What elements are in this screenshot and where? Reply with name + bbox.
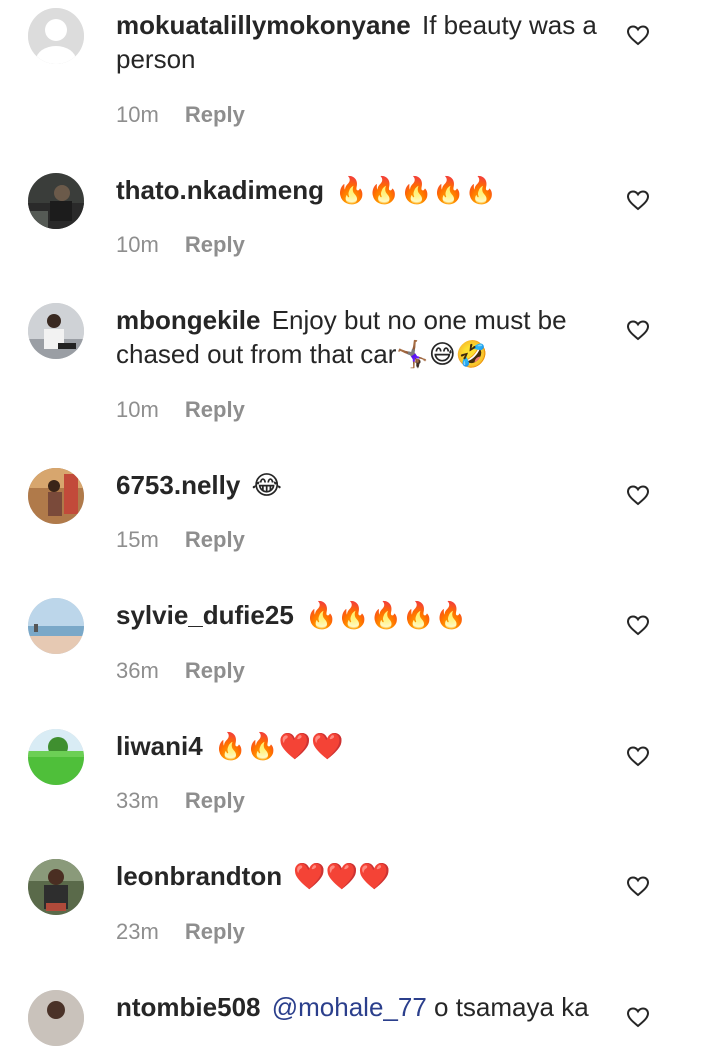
- avatar[interactable]: [28, 303, 84, 359]
- comment-meta: 10m Reply: [116, 397, 245, 423]
- default-avatar-icon: [28, 8, 84, 64]
- like-heart-icon[interactable]: [626, 484, 650, 506]
- comment-body: 😂: [251, 470, 282, 500]
- photo-avatar-icon: [28, 729, 84, 785]
- comment-text: mokuatalillymokonyane If beauty was a pe…: [116, 8, 606, 76]
- photo-avatar-icon: [28, 990, 84, 1046]
- comment-text: ntombie508 @mohale_77 o tsamaya ka: [116, 990, 606, 1024]
- comment-text: thato.nkadimeng 🔥🔥🔥🔥🔥: [116, 173, 606, 207]
- reply-button[interactable]: Reply: [185, 788, 245, 813]
- reply-button[interactable]: Reply: [185, 658, 245, 683]
- comment-time: 23m: [116, 919, 159, 944]
- avatar[interactable]: [28, 990, 84, 1046]
- reply-button[interactable]: Reply: [185, 397, 245, 422]
- comment-time: 15m: [116, 527, 159, 552]
- comment-text: 6753.nelly 😂: [116, 468, 606, 502]
- reply-button[interactable]: Reply: [185, 919, 245, 944]
- comment-username[interactable]: mbongekile: [116, 305, 260, 335]
- avatar[interactable]: [28, 859, 84, 915]
- comment-body: 🔥🔥🔥🔥🔥: [335, 175, 498, 205]
- photo-avatar-icon: [28, 468, 84, 524]
- comment-username[interactable]: 6753.nelly: [116, 470, 240, 500]
- photo-avatar-icon: [28, 859, 84, 915]
- like-heart-icon[interactable]: [626, 875, 650, 897]
- comment-time: 10m: [116, 397, 159, 422]
- comment-username[interactable]: ntombie508: [116, 992, 261, 1022]
- comment-username[interactable]: thato.nkadimeng: [116, 175, 324, 205]
- comment-time: 33m: [116, 788, 159, 813]
- comment-body: 🔥🔥❤️❤️: [213, 731, 344, 761]
- comment-text: mbongekile Enjoy but no one must be chas…: [116, 303, 606, 371]
- comment-username[interactable]: sylvie_dufie25: [116, 600, 294, 630]
- avatar[interactable]: [28, 468, 84, 524]
- comment-text: liwani4 🔥🔥❤️❤️: [116, 729, 606, 763]
- like-heart-icon[interactable]: [626, 614, 650, 636]
- comment-body: 🔥🔥🔥🔥🔥: [305, 600, 467, 630]
- reply-button[interactable]: Reply: [185, 102, 245, 127]
- photo-avatar-icon: [28, 173, 84, 229]
- like-heart-icon[interactable]: [626, 1006, 650, 1028]
- like-heart-icon[interactable]: [626, 189, 650, 211]
- comment-time: 10m: [116, 102, 159, 127]
- comment-meta: 36m Reply: [116, 658, 245, 684]
- avatar[interactable]: [28, 173, 84, 229]
- comment-meta: 10m Reply: [116, 102, 245, 128]
- comment-meta: 15m Reply: [116, 527, 245, 553]
- photo-avatar-icon: [28, 303, 84, 359]
- comment-meta: 23m Reply: [116, 919, 245, 945]
- like-heart-icon[interactable]: [626, 24, 650, 46]
- comment-time: 36m: [116, 658, 159, 683]
- comment-text: leonbrandton ❤️❤️❤️: [116, 859, 606, 893]
- like-heart-icon[interactable]: [626, 319, 650, 341]
- reply-button[interactable]: Reply: [185, 232, 245, 257]
- comment-mention[interactable]: @mohale_77: [272, 992, 427, 1022]
- comment-time: 10m: [116, 232, 159, 257]
- avatar[interactable]: [28, 729, 84, 785]
- avatar[interactable]: [28, 598, 84, 654]
- comment-meta: 10m Reply: [116, 232, 245, 258]
- comment-username[interactable]: leonbrandton: [116, 861, 282, 891]
- comment-body: ❤️❤️❤️: [293, 861, 391, 891]
- comment-username[interactable]: liwani4: [116, 731, 203, 761]
- reply-button[interactable]: Reply: [185, 527, 245, 552]
- avatar[interactable]: [28, 8, 84, 64]
- comment-body: o tsamaya ka: [426, 992, 589, 1022]
- comment-meta: 33m Reply: [116, 788, 245, 814]
- comment-username[interactable]: mokuatalillymokonyane: [116, 10, 411, 40]
- like-heart-icon[interactable]: [626, 745, 650, 767]
- photo-avatar-icon: [28, 598, 84, 654]
- comment-text: sylvie_dufie25 🔥🔥🔥🔥🔥: [116, 598, 606, 632]
